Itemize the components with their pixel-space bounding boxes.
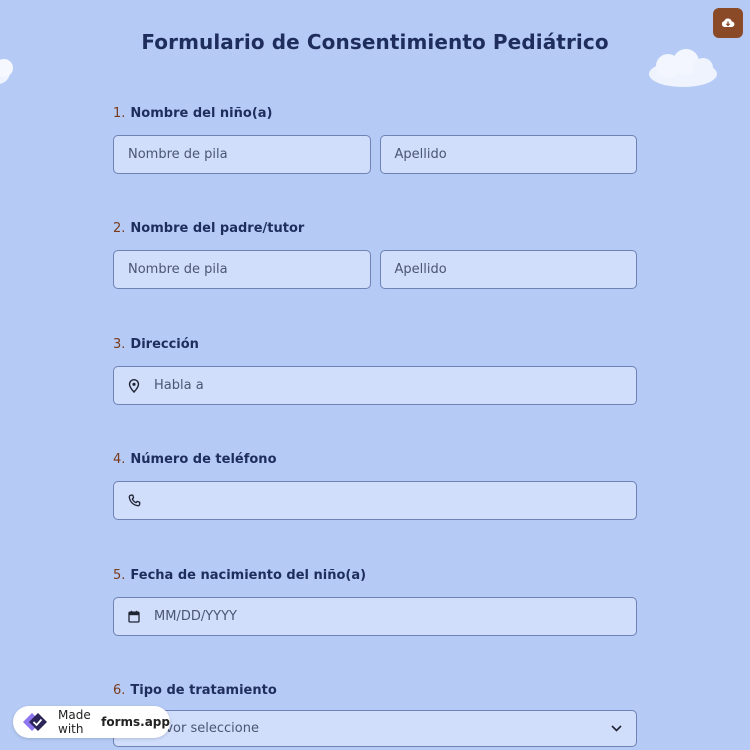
page-title: Formulario de Consentimiento Pediátrico [141, 30, 609, 54]
guardian-last-name-input[interactable]: Apellido [379, 250, 637, 289]
cloud-decoration-right [649, 49, 717, 87]
input-placeholder: Habla a [154, 378, 204, 393]
question-treatment-type: 6. Tipo de tratamiento Por favor seleccio… [113, 682, 637, 747]
question-number: 6. [113, 683, 126, 698]
birth-date-input[interactable]: MM/DD/YYYY [113, 597, 637, 636]
question-label: Nombre del niño(a) [130, 106, 273, 121]
input-placeholder: Nombre de pila [128, 147, 228, 162]
address-input[interactable]: Habla a [113, 366, 637, 405]
chevron-down-icon [611, 721, 622, 736]
child-first-name-input[interactable]: Nombre de pila [113, 135, 371, 174]
save-progress-button[interactable] [713, 8, 743, 38]
guardian-first-name-input[interactable]: Nombre de pila [113, 250, 371, 289]
question-label: Número de teléfono [130, 452, 277, 467]
question-label: Nombre del padre/tutor [130, 221, 305, 236]
question-number: 1. [113, 106, 126, 121]
question-guardian-name: 2. Nombre del padre/tutor Nombre de pila … [113, 220, 637, 289]
question-number: 2. [113, 221, 126, 236]
phone-icon [128, 494, 142, 508]
phone-input[interactable] [113, 481, 637, 520]
question-label: Tipo de tratamiento [130, 683, 277, 698]
question-number: 3. [113, 337, 126, 352]
forms-app-logo-icon [20, 710, 50, 734]
question-label: Dirección [130, 337, 199, 352]
treatment-type-select[interactable]: Por favor seleccione [113, 710, 637, 747]
input-placeholder: Apellido [394, 262, 447, 277]
question-phone: 4. Número de teléfono [113, 451, 637, 520]
input-placeholder: MM/DD/YYYY [154, 609, 237, 624]
question-number: 5. [113, 568, 126, 583]
question-number: 4. [113, 452, 126, 467]
cloud-decoration-left [0, 59, 13, 84]
input-placeholder: Apellido [394, 147, 447, 162]
question-address: 3. Dirección Habla a [113, 336, 637, 405]
question-birth-date: 5. Fecha de nacimiento del niño(a) MM/DD/… [113, 567, 637, 636]
calendar-icon [128, 610, 142, 624]
cloud-download-icon [721, 18, 735, 28]
question-label: Fecha de nacimiento del niño(a) [130, 568, 367, 583]
question-child-name: 1. Nombre del niño(a) Nombre de pila Apel… [113, 105, 637, 174]
input-placeholder: Nombre de pila [128, 262, 228, 277]
map-pin-icon [128, 378, 142, 393]
made-with-text: Made with [58, 708, 91, 736]
brand-name: forms.app [101, 715, 170, 729]
made-with-badge[interactable]: Made with forms.app [13, 706, 170, 738]
child-last-name-input[interactable]: Apellido [379, 135, 637, 174]
